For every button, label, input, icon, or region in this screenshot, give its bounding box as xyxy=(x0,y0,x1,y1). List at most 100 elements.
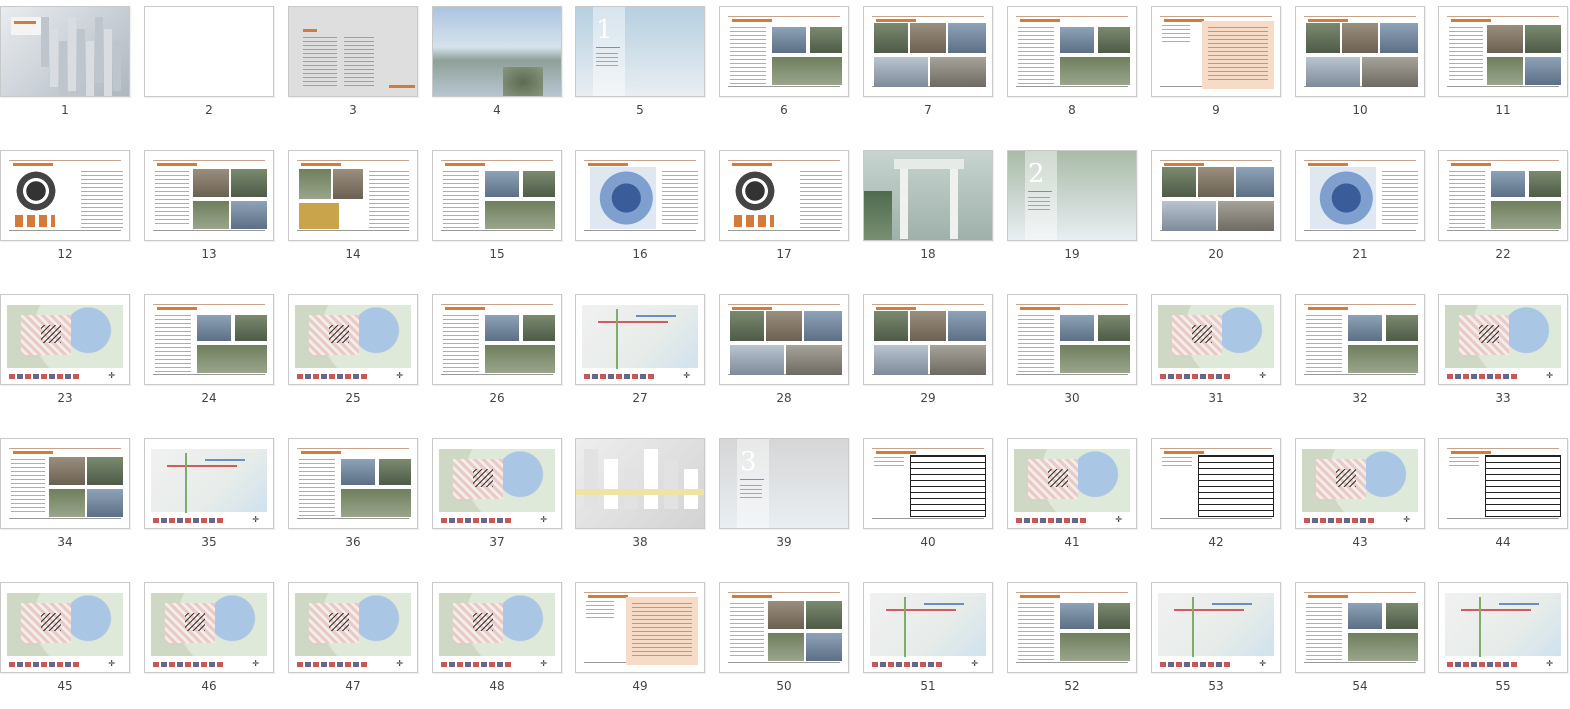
photo xyxy=(15,215,55,227)
thumbnail-item[interactable]: 12 xyxy=(0,144,144,274)
photo xyxy=(193,169,229,197)
thumbnail-item[interactable]: ✛ 53 xyxy=(1151,576,1295,706)
thumbnail-item[interactable]: 6 xyxy=(719,0,863,130)
thumbnail-item[interactable]: 49 xyxy=(575,576,719,706)
thumbnail-item[interactable]: ✛ 37 xyxy=(432,432,576,562)
thumbnail-preview: ✛ xyxy=(0,582,130,673)
thumbnail-item[interactable]: 7 xyxy=(863,0,1007,130)
thumbnail-item[interactable]: 29 xyxy=(863,288,1007,418)
page-rule xyxy=(153,230,265,231)
photo xyxy=(900,169,908,239)
thumbnail-item[interactable]: 40 xyxy=(863,432,1007,562)
thumbnail-item[interactable]: 1 xyxy=(0,0,144,130)
thumbnail-item[interactable]: ✛ 23 xyxy=(0,288,144,418)
thumbnail-item[interactable]: ✛ 43 xyxy=(1295,432,1439,562)
page-heading-mark xyxy=(13,163,53,166)
thumbnail-item[interactable]: 24 xyxy=(144,288,288,418)
thumbnail-item[interactable]: 42 xyxy=(1151,432,1295,562)
page-heading-mark xyxy=(732,163,772,166)
thumbnail-item[interactable]: ✛ 35 xyxy=(144,432,288,562)
text-block xyxy=(155,171,189,227)
thumbnail-item[interactable]: 2 19 xyxy=(1007,144,1151,274)
thumbnail-item[interactable]: 10 xyxy=(1295,0,1439,130)
thumbnail-item[interactable]: ✛ 48 xyxy=(432,576,576,706)
thumbnail-item[interactable]: ✛ 25 xyxy=(288,288,432,418)
thumbnail-item[interactable]: 2 xyxy=(144,0,288,130)
thumbnail-item[interactable]: 20 xyxy=(1151,144,1295,274)
page-rule xyxy=(872,518,984,519)
thumbnail-item[interactable]: ✛ 55 xyxy=(1438,576,1570,706)
thumbnail-item[interactable]: ✛ 27 xyxy=(575,288,719,418)
photo xyxy=(730,171,780,211)
map-legend xyxy=(1016,518,1086,523)
page-rule xyxy=(872,304,984,305)
page-heading-mark xyxy=(301,451,341,454)
thumbnail-item[interactable]: 54 xyxy=(1295,576,1439,706)
thumbnail-label: 27 xyxy=(632,391,648,405)
thumbnail-item[interactable]: 28 xyxy=(719,288,863,418)
photo xyxy=(772,57,842,85)
thumbnail-item[interactable]: 11 xyxy=(1438,0,1570,130)
page-rule xyxy=(584,160,696,161)
thumbnail-preview: ✛ xyxy=(144,438,274,529)
page-rule xyxy=(728,160,840,161)
thumbnail-item[interactable]: 14 xyxy=(288,144,432,274)
thumbnail-item[interactable]: 15 xyxy=(575,0,719,130)
photo xyxy=(299,169,331,199)
photo xyxy=(193,201,229,229)
thumbnail-item[interactable]: 22 xyxy=(1438,144,1570,274)
thumbnail-item[interactable]: 30 xyxy=(1007,288,1151,418)
thumbnail-item[interactable]: 50 xyxy=(719,576,863,706)
thumbnail-preview xyxy=(0,150,130,241)
thumbnail-item[interactable]: 38 xyxy=(575,432,719,562)
photo xyxy=(41,325,61,343)
thumbnail-item[interactable]: 36 xyxy=(288,432,432,562)
thumbnail-item[interactable]: 16 xyxy=(575,144,719,274)
thumbnail-item[interactable]: 13 xyxy=(144,144,288,274)
thumbnail-item[interactable]: 21 xyxy=(1295,144,1439,274)
thumbnail-preview xyxy=(575,438,705,529)
photo xyxy=(1060,633,1130,661)
thumbnail-item[interactable]: ✛ 41 xyxy=(1007,432,1151,562)
text-block xyxy=(1449,27,1483,83)
thumbnail-item[interactable]: ✛ 31 xyxy=(1151,288,1295,418)
cover-title-mark xyxy=(14,21,36,24)
thumbnail-label: 35 xyxy=(201,535,217,549)
north-arrow-icon: ✛ xyxy=(252,659,259,668)
thumbnail-item[interactable]: 26 xyxy=(432,288,576,418)
photo xyxy=(604,459,618,509)
thumbnail-item[interactable]: 4 xyxy=(432,0,576,130)
thumbnail-item[interactable]: 3 xyxy=(288,0,432,130)
thumbnail-item[interactable]: 17 xyxy=(719,144,863,274)
thumbnail-item[interactable]: 32 xyxy=(1295,288,1439,418)
thumbnail-label: 3 xyxy=(349,103,357,117)
thumbnail-item[interactable]: ✛ 47 xyxy=(288,576,432,706)
thumbnail-item[interactable]: ✛ 45 xyxy=(0,576,144,706)
thumbnail-item[interactable]: 44 xyxy=(1438,432,1570,562)
thumbnail-item[interactable]: ✛ 46 xyxy=(144,576,288,706)
map-legend xyxy=(1447,374,1517,379)
thumbnail-item[interactable]: 3 39 xyxy=(719,432,863,562)
thumbnail-preview: ✛ xyxy=(1295,438,1425,529)
photo xyxy=(1098,603,1130,629)
photo xyxy=(379,459,411,485)
map-legend xyxy=(872,662,942,667)
thumbnail-item[interactable]: 15 xyxy=(432,144,576,274)
thumbnail-item[interactable]: 9 xyxy=(1151,0,1295,130)
thumbnail-item[interactable]: ✛ 33 xyxy=(1438,288,1570,418)
photo xyxy=(95,17,103,83)
text-block xyxy=(586,601,614,621)
page-heading-mark xyxy=(1308,19,1348,22)
thumbnail-label: 4 xyxy=(493,103,501,117)
thumbnail-preview xyxy=(1151,150,1281,241)
photo xyxy=(644,449,658,509)
thumbnail-item[interactable]: 52 xyxy=(1007,576,1151,706)
thumbnail-label: 50 xyxy=(776,679,792,693)
thumbnail-preview: ✛ xyxy=(863,582,993,673)
thumbnail-preview xyxy=(144,6,274,97)
thumbnail-item[interactable]: ✛ 51 xyxy=(863,576,1007,706)
thumbnail-item[interactable]: 8 xyxy=(1007,0,1151,130)
text-block xyxy=(11,459,45,515)
thumbnail-item[interactable]: 18 xyxy=(863,144,1007,274)
thumbnail-item[interactable]: 34 xyxy=(0,432,144,562)
